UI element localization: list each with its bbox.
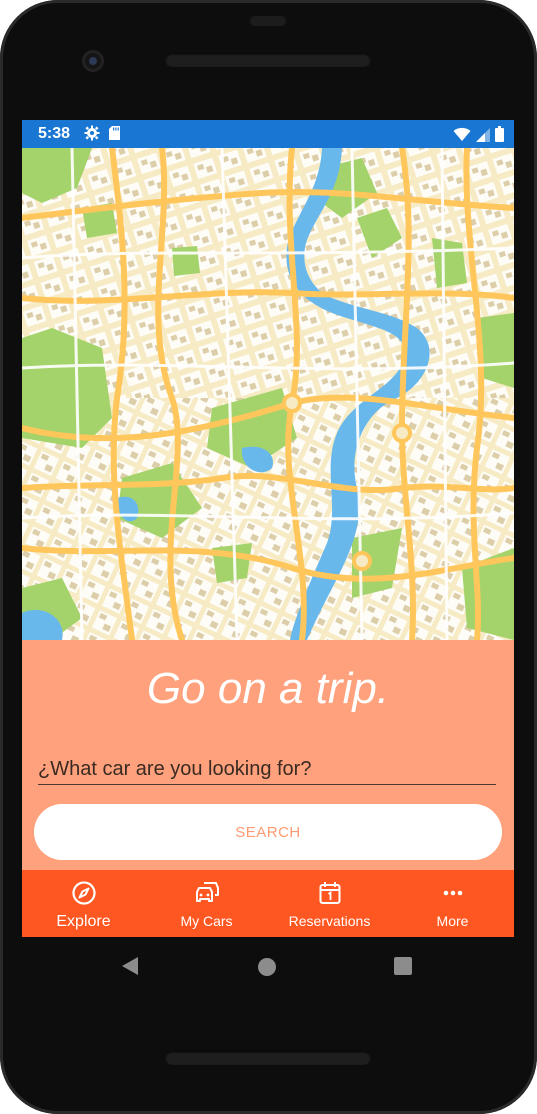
- status-time: 5:38: [38, 125, 71, 142]
- front-camera: [82, 50, 104, 72]
- speaker-grille-top: [165, 53, 371, 67]
- nav-label-my-cars: My Cars: [180, 913, 233, 929]
- nav-item-more[interactable]: More: [391, 870, 514, 937]
- cars-icon: [194, 880, 220, 906]
- phone-frame: 5:38 Go on a trip. ¿What car are you loo…: [0, 0, 537, 1114]
- nav-label-explore: Explore: [56, 913, 111, 930]
- calendar-icon: [317, 880, 343, 906]
- status-bar: 5:38: [22, 120, 514, 148]
- bottom-navigation: Explore My Cars Reservations More: [22, 870, 514, 937]
- home-icon[interactable]: [258, 958, 276, 976]
- app-screen: 5:38 Go on a trip. ¿What car are you loo…: [22, 120, 514, 937]
- cellular-signal-icon: [476, 128, 490, 147]
- nav-item-explore[interactable]: Explore: [22, 870, 145, 937]
- more-dots-icon: [440, 880, 466, 906]
- nav-label-reservations: Reservations: [288, 913, 371, 929]
- battery-icon: [495, 126, 504, 147]
- page-title: Go on a trip.: [146, 664, 390, 713]
- wifi-icon: [453, 127, 471, 147]
- recents-icon[interactable]: [394, 957, 412, 975]
- nav-item-reservations[interactable]: Reservations: [268, 870, 391, 937]
- system-navigation-bar: [0, 944, 537, 988]
- speaker-grille-bottom: [165, 1051, 371, 1065]
- back-icon[interactable]: [120, 955, 140, 982]
- city-map[interactable]: [22, 145, 514, 643]
- search-input[interactable]: [38, 754, 496, 785]
- nav-item-my-cars[interactable]: My Cars: [145, 870, 268, 937]
- search-panel: Go on a trip. SEARCH: [22, 640, 514, 870]
- compass-icon: [71, 880, 97, 906]
- search-button[interactable]: SEARCH: [34, 804, 502, 860]
- nav-label-more: More: [436, 913, 469, 929]
- sd-card-icon: [108, 125, 121, 146]
- gear-icon: [84, 125, 100, 146]
- earpiece: [250, 16, 286, 26]
- map-illustration: [22, 145, 514, 643]
